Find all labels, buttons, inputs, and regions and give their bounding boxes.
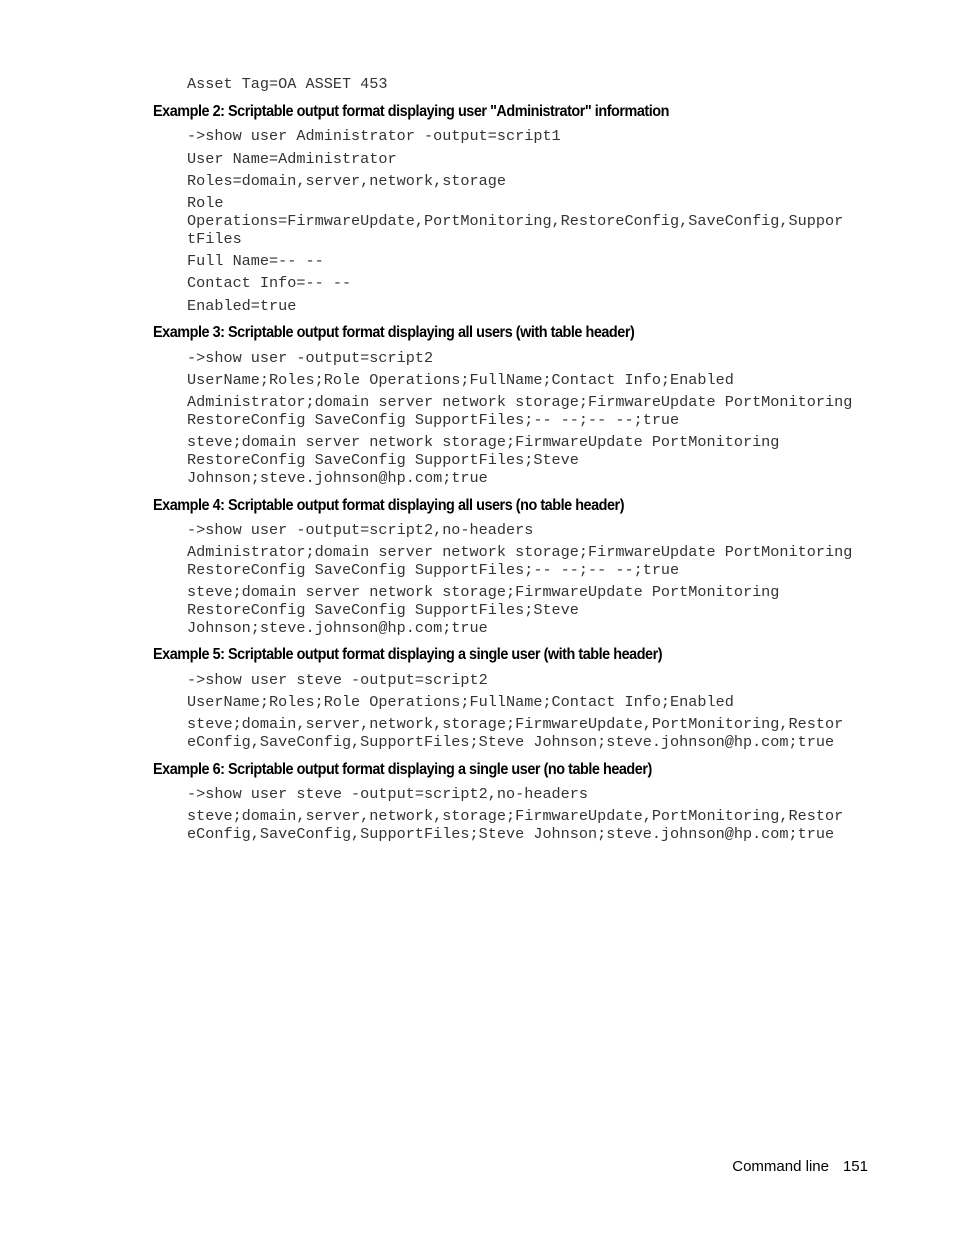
code-line: ->show user Administrator -output=script… <box>187 127 561 145</box>
code-line: ->show user steve -output=script2,no-hea… <box>187 785 589 803</box>
code-line: Enabled=true <box>187 297 297 315</box>
code-line-asset-tag: Asset Tag=OA ASSET 453 <box>187 75 388 93</box>
code-line: steve;domain server network storage;Firm… <box>187 583 780 637</box>
document-page: Asset Tag=OA ASSET 453 Example 2: Script… <box>0 0 954 1235</box>
page-footer: Command line 151 <box>732 1158 868 1175</box>
code-line: steve;domain server network storage;Firm… <box>187 433 780 487</box>
example-6-heading: Example 6: Scriptable output format disp… <box>153 761 652 778</box>
example-2-heading: Example 2: Scriptable output format disp… <box>153 103 669 120</box>
code-line: Administrator;domain server network stor… <box>187 543 853 579</box>
code-line: Role Operations=FirmwareUpdate,PortMonit… <box>187 194 844 248</box>
code-line: UserName;Roles;Role Operations;FullName;… <box>187 371 734 389</box>
page-number: 151 <box>842 1158 868 1175</box>
footer-section-title: Command line <box>732 1158 829 1175</box>
code-line: Roles=domain,server,network,storage <box>187 172 506 190</box>
code-line: User Name=Administrator <box>187 150 397 168</box>
example-4-heading: Example 4: Scriptable output format disp… <box>153 497 625 514</box>
example-5-heading: Example 5: Scriptable output format disp… <box>153 646 663 663</box>
code-line: steve;domain,server,network,storage;Firm… <box>187 807 844 843</box>
code-line: Contact Info=-- -- <box>187 274 352 292</box>
code-line: ->show user -output=script2,no-headers <box>187 521 534 539</box>
code-line: Full Name=-- -- <box>187 252 324 270</box>
code-line: Administrator;domain server network stor… <box>187 393 853 429</box>
example-3-heading: Example 3: Scriptable output format disp… <box>153 324 635 341</box>
code-line: ->show user -output=script2 <box>187 349 434 367</box>
code-line: steve;domain,server,network,storage;Firm… <box>187 715 844 751</box>
code-line: UserName;Roles;Role Operations;FullName;… <box>187 693 734 711</box>
code-line: ->show user steve -output=script2 <box>187 671 488 689</box>
